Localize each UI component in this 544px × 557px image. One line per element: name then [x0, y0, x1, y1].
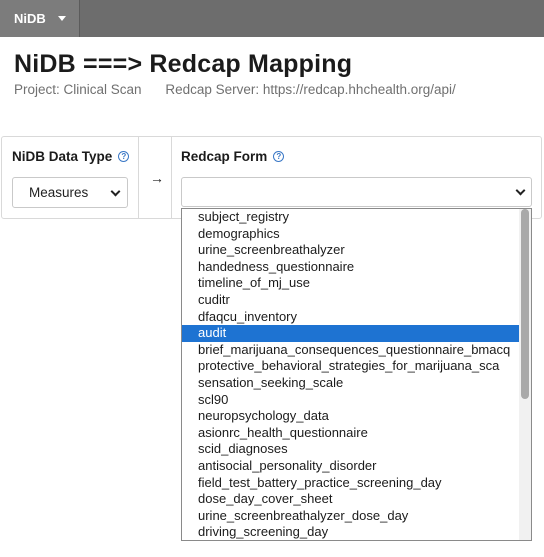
top-navbar: NiDB [0, 0, 544, 37]
chevron-down-icon [110, 186, 121, 197]
nidb-menu-label: NiDB [14, 11, 46, 26]
dropdown-option[interactable]: antisocial_personality_disorder [182, 458, 531, 475]
help-icon[interactable]: ? [273, 151, 285, 162]
scrollbar-thumb[interactable] [521, 209, 529, 399]
column-divider [171, 137, 172, 218]
redcap-form-label: Redcap Form ? [181, 149, 285, 164]
help-icon[interactable]: ? [118, 151, 130, 162]
server-info: Redcap Server: https://redcap.hhchealth.… [165, 82, 456, 97]
arrow-right-icon: → [150, 170, 164, 186]
dropdown-options: subject_registry demographics urine_screen… [182, 209, 531, 540]
project-info: Project: Clinical Scan [14, 82, 142, 97]
nidb-data-type-select[interactable]: Measures [12, 177, 128, 208]
redcap-form-label-text: Redcap Form [181, 149, 268, 164]
dropdown-option[interactable]: scl90 [182, 392, 531, 409]
dropdown-option[interactable]: subject_registry [182, 209, 531, 226]
dropdown-option[interactable]: handedness_questionnaire [182, 259, 531, 276]
dropdown-option[interactable]: driving_screening_day [182, 524, 531, 540]
redcap-form-select[interactable] [181, 177, 532, 207]
column-divider [138, 137, 139, 218]
dropdown-option[interactable]: sensation_seeking_scale [182, 375, 531, 392]
page-subtitle: Project: Clinical Scan Redcap Server: ht… [14, 82, 476, 97]
dropdown-option[interactable]: timeline_of_mj_use [182, 275, 531, 292]
dropdown-option[interactable]: dose_day_cover_sheet [182, 491, 531, 508]
dropdown-option[interactable]: protective_behavioral_strategies_for_mar… [182, 358, 531, 375]
page-title: NiDB ===> Redcap Mapping [14, 50, 353, 78]
dropdown-option[interactable]: scid_diagnoses [182, 441, 531, 458]
dropdown-option[interactable]: urine_screenbreathalyzer_dose_day [182, 508, 531, 525]
mapping-panel: NiDB Data Type ? Measures → Redcap Form … [1, 136, 542, 219]
dropdown-option[interactable]: brief_marijuana_consequences_questionnai… [182, 342, 531, 359]
dropdown-option[interactable]: demographics [182, 226, 531, 243]
dropdown-scrollbar[interactable] [519, 209, 531, 540]
caret-down-icon [57, 16, 66, 21]
dropdown-option[interactable]: urine_screenbreathalyzer [182, 242, 531, 259]
chevron-down-icon [515, 185, 526, 196]
dropdown-option[interactable]: field_test_battery_practice_screening_da… [182, 475, 531, 492]
nidb-menu-button[interactable]: NiDB [0, 0, 80, 37]
dropdown-option[interactable]: asionrc_health_questionnaire [182, 425, 531, 442]
dropdown-option[interactable]: cuditr [182, 292, 531, 309]
nidb-data-type-label: NiDB Data Type ? [12, 149, 130, 164]
dropdown-option[interactable]: audit [182, 325, 531, 342]
dropdown-option[interactable]: neuropsychology_data [182, 408, 531, 425]
dropdown-option[interactable]: dfaqcu_inventory [182, 309, 531, 326]
nidb-data-type-label-text: NiDB Data Type [12, 149, 113, 164]
nidb-data-type-value: Measures [29, 185, 89, 200]
redcap-form-dropdown-list[interactable]: subject_registry demographics urine_screen… [181, 208, 532, 541]
